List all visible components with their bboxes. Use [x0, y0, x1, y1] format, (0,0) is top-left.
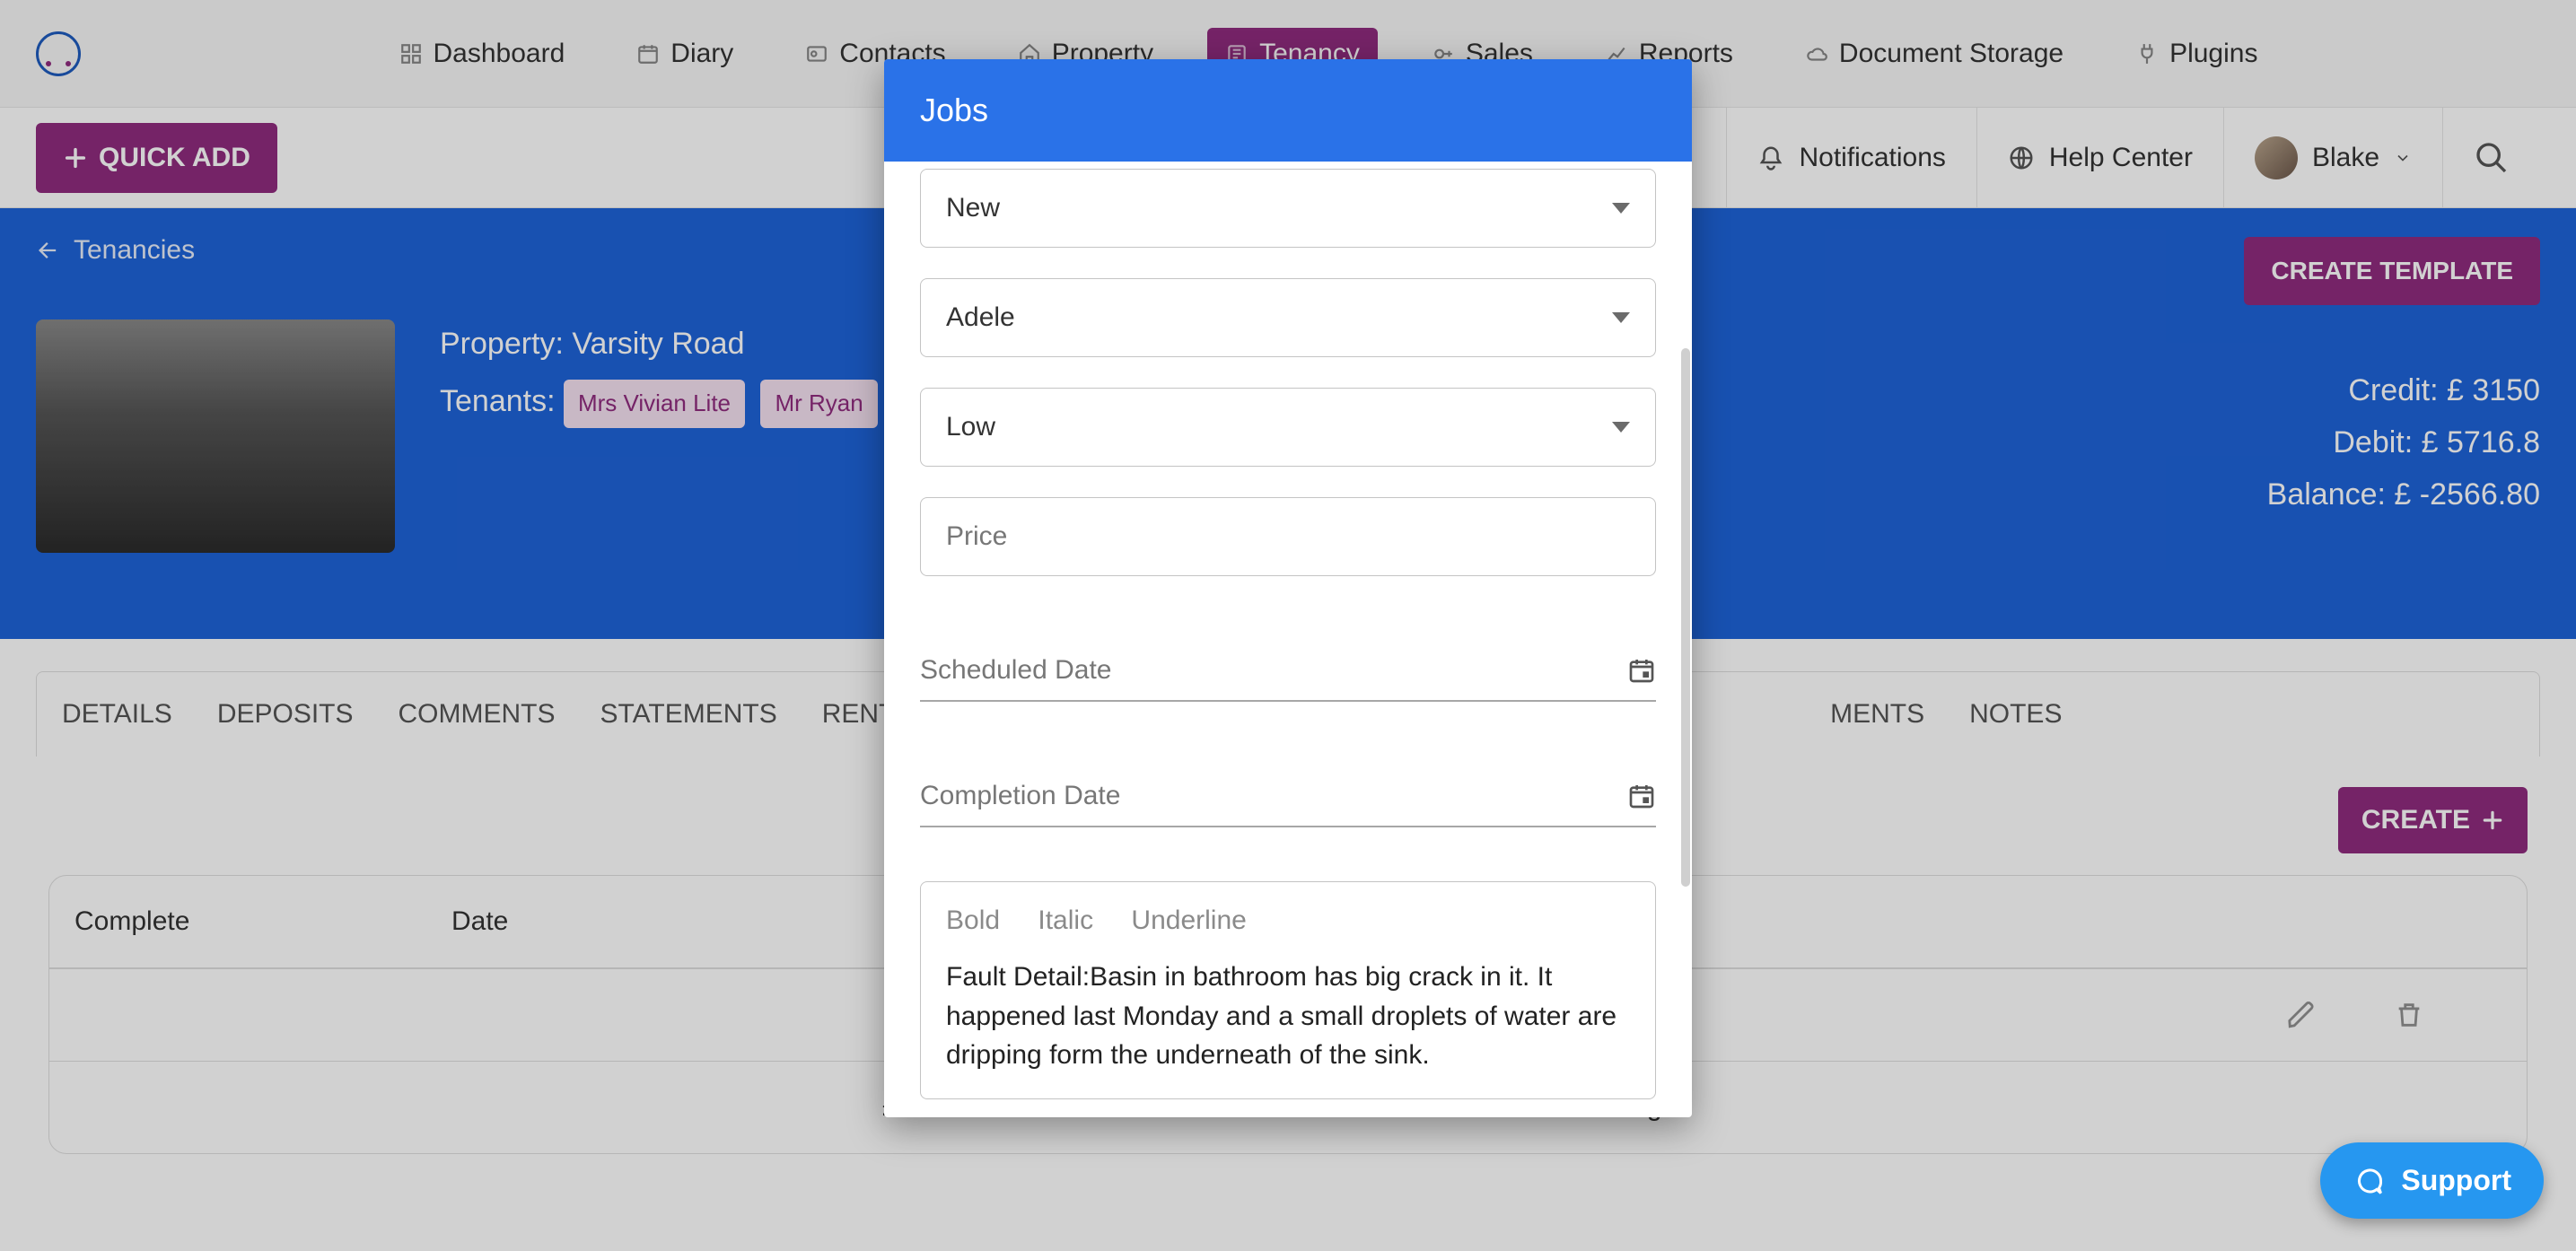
price-input[interactable]: Price — [920, 497, 1656, 576]
status-select[interactable]: New — [920, 169, 1656, 248]
support-button[interactable]: Support — [2320, 1142, 2544, 1219]
scheduled-label: Scheduled Date — [920, 655, 1112, 686]
chevron-down-icon — [1612, 422, 1630, 433]
scheduled-date-input[interactable]: Scheduled Date — [920, 639, 1656, 702]
priority-select[interactable]: Low — [920, 388, 1656, 467]
bold-button[interactable]: Bold — [946, 905, 1000, 935]
modal-title: Jobs — [884, 59, 1692, 162]
format-toolbar: Bold Italic Underline — [946, 905, 1630, 936]
underline-button[interactable]: Underline — [1131, 905, 1246, 935]
completion-date-input[interactable]: Completion Date — [920, 765, 1656, 827]
italic-button[interactable]: Italic — [1038, 905, 1093, 935]
calendar-icon — [1627, 656, 1656, 685]
assignee-value: Adele — [946, 302, 1015, 333]
status-value: New — [946, 193, 1000, 223]
chat-icon — [2353, 1165, 2385, 1197]
description-text[interactable]: Fault Detail:Basin in bathroom has big c… — [946, 958, 1630, 1075]
completion-label: Completion Date — [920, 781, 1120, 811]
jobs-modal: Jobs New Adele Low Price Scheduled Date … — [884, 59, 1692, 1117]
assignee-select[interactable]: Adele — [920, 278, 1656, 357]
priority-value: Low — [946, 412, 995, 442]
calendar-icon — [1627, 782, 1656, 810]
description-editor[interactable]: Bold Italic Underline Fault Detail:Basin… — [920, 881, 1656, 1099]
modal-scrollbar[interactable] — [1681, 348, 1690, 887]
chevron-down-icon — [1612, 312, 1630, 323]
price-placeholder: Price — [946, 521, 1007, 552]
chevron-down-icon — [1612, 203, 1630, 214]
support-label: Support — [2401, 1164, 2511, 1197]
